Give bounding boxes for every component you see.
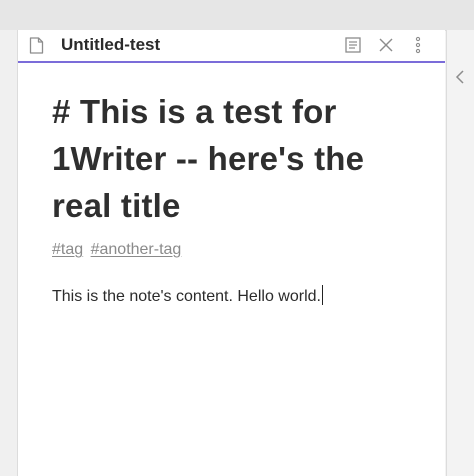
tag-list: #tag #another-tag xyxy=(52,239,422,261)
top-strip xyxy=(0,0,474,31)
tag-link[interactable]: #tag xyxy=(52,241,83,258)
right-sidebar-rail xyxy=(446,30,474,476)
chevron-left-icon[interactable] xyxy=(453,68,467,86)
editor-pane: Untitled-test # This is a test for 1Writ… xyxy=(18,30,445,476)
left-gutter xyxy=(0,30,18,476)
more-options-icon[interactable] xyxy=(408,35,428,55)
tab-header: Untitled-test xyxy=(18,30,445,63)
file-icon xyxy=(29,37,44,54)
note-heading[interactable]: # This is a test for 1Writer -- here's t… xyxy=(52,88,422,229)
text-cursor xyxy=(321,285,324,305)
close-icon[interactable] xyxy=(376,35,396,55)
app-window: Untitled-test # This is a test for 1Writ… xyxy=(0,0,474,476)
tab-title[interactable]: Untitled-test xyxy=(61,34,160,56)
note-content[interactable]: # This is a test for 1Writer -- here's t… xyxy=(52,88,422,308)
note-body-text: This is the note's content. Hello world. xyxy=(52,288,321,305)
tag-link[interactable]: #another-tag xyxy=(91,241,182,258)
note-body[interactable]: This is the note's content. Hello world. xyxy=(52,285,422,308)
reading-view-icon[interactable] xyxy=(343,35,363,55)
